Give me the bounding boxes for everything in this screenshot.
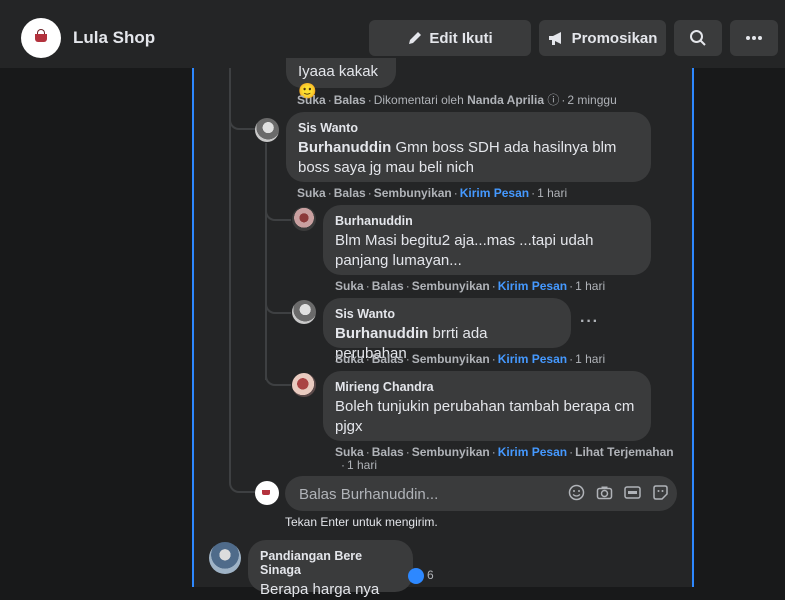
avatar[interactable] xyxy=(209,542,241,574)
comment-author[interactable]: Pandiangan Bere Sinaga xyxy=(260,549,401,577)
comment-time[interactable]: 2 minggu xyxy=(567,93,616,107)
basket-icon xyxy=(262,490,270,495)
comment-author[interactable]: Sis Wanto xyxy=(335,307,559,321)
sticker-icon[interactable] xyxy=(652,484,669,501)
thread-connector xyxy=(265,368,291,386)
comment-actions: Suka · Balas · Dikomentari oleh Nanda Aprili… xyxy=(297,93,617,107)
reaction-count[interactable]: 6 xyxy=(427,568,434,582)
comment-author[interactable]: Sis Wanto xyxy=(298,121,639,135)
like-link[interactable]: Suka xyxy=(335,445,364,459)
send-message-link[interactable]: Kirim Pesan xyxy=(498,445,567,459)
avatar[interactable] xyxy=(292,207,316,231)
emoji-icon[interactable] xyxy=(568,484,585,501)
send-message-link[interactable]: Kirim Pesan xyxy=(460,186,529,200)
mention-link[interactable]: Burhanuddin xyxy=(298,139,391,156)
edit-follow-label: Edit Ikuti xyxy=(429,29,493,47)
comment-time[interactable]: 1 hari xyxy=(575,352,605,366)
comment-author[interactable]: Burhanuddin xyxy=(335,214,639,228)
hide-link[interactable]: Sembunyikan xyxy=(374,186,452,200)
reply-input-container xyxy=(285,476,677,513)
hide-link[interactable]: Sembunyikan xyxy=(412,352,490,366)
thread-line-nested xyxy=(265,143,267,380)
reply-link[interactable]: Balas xyxy=(372,352,404,366)
enter-hint: Tekan Enter untuk mengirim. xyxy=(285,515,438,529)
comment-actions: Suka · Balas · Sembunyikan · Kirim Pesan · 1 har… xyxy=(335,352,606,366)
comment-bubble: Iyaaa kakak 🙂 xyxy=(286,58,396,100)
commenter-name[interactable]: Nanda Aprilia xyxy=(467,93,544,107)
basket-icon xyxy=(35,29,47,42)
search-button[interactable] xyxy=(674,20,722,56)
comment-time[interactable]: 1 hari xyxy=(347,458,377,472)
more-icon xyxy=(746,36,762,40)
hide-link[interactable]: Sembunyikan xyxy=(412,445,490,459)
comment-time[interactable]: 1 hari xyxy=(537,186,567,200)
more-button[interactable] xyxy=(730,20,778,56)
comment-actions: Suka · Balas · Sembunyikan · Kirim Pesan · 1 har… xyxy=(335,279,606,293)
like-link[interactable]: Suka xyxy=(335,352,364,366)
avatar xyxy=(255,481,279,505)
like-link[interactable]: Suka xyxy=(297,186,326,200)
comment-options-icon[interactable]: ··· xyxy=(580,313,600,333)
comment-time-row: · 1 hari xyxy=(341,458,378,472)
comment-text: Iyaaa kakak xyxy=(298,63,379,80)
reply-link[interactable]: Balas xyxy=(334,186,366,200)
comment-bubble: Sis Wanto Burhanuddin Gmn boss SDH ada h… xyxy=(286,112,651,182)
comment-bubble: Sis Wanto Burhanuddin brrti ada perubaha… xyxy=(323,298,571,362)
shop-name[interactable]: Lula Shop xyxy=(73,28,155,48)
avatar[interactable] xyxy=(292,373,316,397)
send-message-link[interactable]: Kirim Pesan xyxy=(498,279,567,293)
comment-actions: Suka · Balas · Sembunyikan · Kirim Pesan · 1 har… xyxy=(297,186,568,200)
search-icon xyxy=(690,30,706,46)
comment-time[interactable]: 1 hari xyxy=(575,279,605,293)
commented-by-label: Dikomentari oleh xyxy=(373,93,464,107)
megaphone-icon xyxy=(548,32,561,45)
reply-input[interactable] xyxy=(297,476,561,513)
reply-link[interactable]: Balas xyxy=(372,445,404,459)
thread-connector xyxy=(229,473,255,493)
comment-bubble: Burhanuddin Blm Masi begitu2 aja...mas .… xyxy=(323,205,651,275)
like-link[interactable]: Suka xyxy=(335,279,364,293)
like-link[interactable]: Suka xyxy=(297,93,326,107)
comment-text: Blm Masi begitu2 aja...mas ...tapi udah … xyxy=(335,232,594,269)
comment-actions: Suka · Balas · Sembunyikan · Kirim Pesan · Lihat… xyxy=(335,445,674,459)
thread-connector xyxy=(265,203,291,221)
pencil-icon xyxy=(409,32,422,44)
promote-label: Promosikan xyxy=(571,29,658,47)
avatar[interactable] xyxy=(292,300,316,324)
thread-connector xyxy=(265,296,291,314)
shop-logo[interactable] xyxy=(21,18,61,58)
thread-line-main xyxy=(229,68,231,483)
comment-bubble: Mirieng Chandra Boleh tunjukin perubahan… xyxy=(323,371,651,441)
promote-button[interactable]: Promosikan xyxy=(539,20,666,56)
gif-icon[interactable] xyxy=(624,484,641,501)
comment-text: Berapa harga nya xyxy=(260,581,380,598)
mention-link[interactable]: Burhanuddin xyxy=(335,325,428,342)
see-translation-link[interactable]: Lihat Terjemahan xyxy=(575,445,673,459)
thread-connector xyxy=(229,110,255,130)
hide-link[interactable]: Sembunyikan xyxy=(412,279,490,293)
send-message-link[interactable]: Kirim Pesan xyxy=(498,352,567,366)
info-icon[interactable]: ⓘ xyxy=(547,93,559,107)
edit-follow-button[interactable]: Edit Ikuti xyxy=(369,20,531,56)
comment-author[interactable]: Mirieng Chandra xyxy=(335,380,639,394)
like-reaction-icon[interactable] xyxy=(408,568,424,584)
avatar[interactable] xyxy=(255,118,279,142)
reply-link[interactable]: Balas xyxy=(334,93,366,107)
input-toolbar xyxy=(568,484,669,501)
comment-text: Boleh tunjukin perubahan tambah berapa c… xyxy=(335,398,635,435)
reply-link[interactable]: Balas xyxy=(372,279,404,293)
camera-icon[interactable] xyxy=(596,484,613,501)
comment-bubble: Pandiangan Bere Sinaga Berapa harga nya xyxy=(248,540,413,598)
